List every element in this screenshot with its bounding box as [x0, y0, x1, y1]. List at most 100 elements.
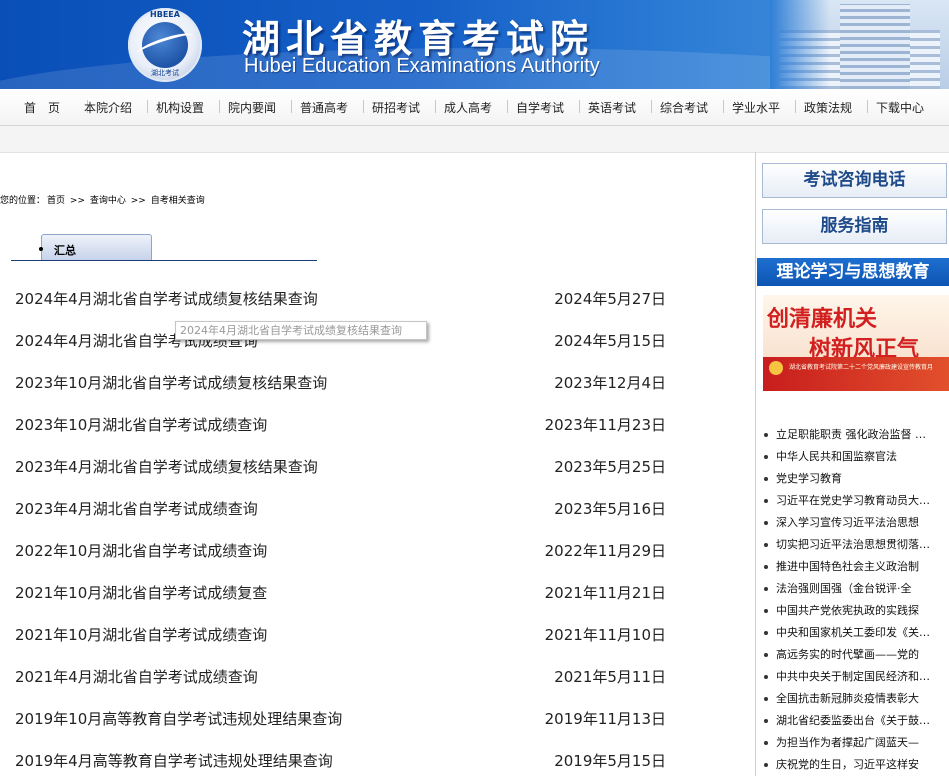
sidebar-news-label: 庆祝党的生日，习近平这样安	[776, 758, 919, 771]
bullet-icon	[764, 565, 768, 569]
nav-item[interactable]: 英语考试	[588, 99, 636, 116]
result-link[interactable]: 2023年4月湖北省自学考试成绩复核结果查询	[15, 456, 318, 477]
sidebar-news-item[interactable]: 中华人民共和国监察官法	[764, 448, 944, 464]
building-photo	[770, 0, 949, 89]
nav-separator	[651, 100, 652, 113]
list-item: 2021年10月湖北省自学考试成绩复查 2021年11月21日	[15, 582, 670, 602]
nav-item[interactable]: 本院介绍	[84, 99, 132, 116]
nav-separator	[147, 100, 148, 113]
nav-item[interactable]: 研招考试	[372, 99, 420, 116]
nav-separator	[579, 100, 580, 113]
nav-item[interactable]: 院内要闻	[228, 99, 276, 116]
result-link[interactable]: 2019年4月高等教育自学考试违规处理结果查询	[15, 750, 333, 771]
bullet-icon	[764, 631, 768, 635]
nav-separator	[507, 100, 508, 113]
result-date: 2019年5月15日	[554, 752, 666, 770]
result-date: 2021年11月10日	[544, 626, 666, 644]
sidebar-news-label: 全国抗击新冠肺炎疫情表彰大	[776, 692, 919, 705]
sidebar-news-label: 中央和国家机关工委印发《关…	[776, 626, 930, 639]
sidebar-news-item[interactable]: 中国共产党依宪执政的实践探	[764, 602, 944, 618]
sidebar-news-item[interactable]: 中央和国家机关工委印发《关…	[764, 624, 944, 640]
list-item: 2019年10月高等教育自学考试违规处理结果查询 2019年11月13日	[15, 708, 670, 728]
site-title-en: Hubei Education Examinations Authority	[244, 55, 600, 77]
header-banner: HBEEA 湖北考试 湖北省教育考试院 Hubei Education Exam…	[0, 0, 949, 89]
promo-line1: 创清廉机关	[767, 306, 878, 332]
promo-subtitle: 湖北省教育考试院第二十二个党风廉政建设宣传教育月	[789, 364, 934, 371]
breadcrumb-current[interactable]: 自考相关查询	[151, 196, 205, 206]
bullet-icon	[764, 543, 768, 547]
sidebar-news-item[interactable]: 立足职能职责 强化政治监督 …	[764, 426, 944, 442]
result-link[interactable]: 2021年4月湖北省自学考试成绩查询	[15, 666, 258, 687]
bullet-icon	[764, 521, 768, 525]
result-date: 2024年5月15日	[554, 332, 666, 350]
list-item: 2021年4月湖北省自学考试成绩查询 2021年5月11日	[15, 666, 670, 686]
nav-item[interactable]: 政策法规	[804, 99, 852, 116]
bullet-icon	[764, 609, 768, 613]
promo-footer: 湖北省教育考试院第二十二个党风廉政建设宣传教育月	[763, 357, 949, 391]
column-divider	[755, 152, 756, 776]
sidebar-news-item[interactable]: 中共中央关于制定国民经济和…	[764, 668, 944, 684]
sidebar-news-item[interactable]: 高远务实的时代擘画——党的	[764, 646, 944, 662]
result-link[interactable]: 2023年10月湖北省自学考试成绩复核结果查询	[15, 372, 327, 393]
bullet-icon	[764, 433, 768, 437]
sidebar-news-item[interactable]: 全国抗击新冠肺炎疫情表彰大	[764, 690, 944, 706]
nav-item[interactable]: 学业水平	[732, 99, 780, 116]
sidebar-news-item[interactable]: 法治强则国强（金台锐评·全	[764, 580, 944, 596]
list-item: 2023年4月湖北省自学考试成绩查询 2023年5月16日	[15, 498, 670, 518]
bullet-icon	[764, 587, 768, 591]
nav-item[interactable]: 自学考试	[516, 99, 564, 116]
tab-summary[interactable]: 汇总	[39, 234, 152, 261]
breadcrumb-home[interactable]: 首页	[47, 196, 65, 206]
result-date: 2023年5月16日	[554, 500, 666, 518]
nav-separator	[291, 100, 292, 113]
result-link[interactable]: 2021年10月湖北省自学考试成绩复查	[15, 582, 267, 603]
list-item: 2023年10月湖北省自学考试成绩查询 2023年11月23日	[15, 414, 670, 434]
tab-summary-label: 汇总	[54, 244, 76, 257]
result-link[interactable]: 2024年4月湖北省自学考试成绩复核结果查询	[15, 288, 318, 309]
result-date: 2024年5月27日	[554, 290, 666, 308]
sidebar-news-label: 立足职能职责 强化政治监督 …	[776, 428, 926, 441]
sidebar-news-label: 法治强则国强（金台锐评·全	[776, 582, 912, 595]
result-link[interactable]: 2023年4月湖北省自学考试成绩查询	[15, 498, 258, 519]
nav-item[interactable]: 机构设置	[156, 99, 204, 116]
sidebar-news-label: 湖北省纪委监委出台《关于鼓…	[776, 714, 930, 727]
logo-ring-text-bottom: 湖北考试	[151, 69, 179, 77]
nav-item[interactable]: 下载中心	[876, 99, 924, 116]
nav-item[interactable]: 普通高考	[300, 99, 348, 116]
nav-item[interactable]: 首 页	[24, 99, 60, 116]
result-link[interactable]: 2022年10月湖北省自学考试成绩查询	[15, 540, 267, 561]
nav-item[interactable]: 成人高考	[444, 99, 492, 116]
result-date: 2023年12月4日	[554, 374, 666, 392]
bullet-icon	[764, 675, 768, 679]
result-link[interactable]: 2019年10月高等教育自学考试违规处理结果查询	[15, 708, 342, 729]
sidebar-news-item[interactable]: 为担当作为者撑起广阔蓝天—	[764, 734, 944, 750]
sidebar-news-item[interactable]: 党史学习教育	[764, 470, 944, 486]
service-guide-button[interactable]: 服务指南	[762, 209, 947, 244]
nav-item[interactable]: 综合考试	[660, 99, 708, 116]
section-title-theory: 理论学习与思想教育	[757, 258, 949, 286]
sidebar-news-item[interactable]: 推进中国特色社会主义政治制	[764, 558, 944, 574]
result-link[interactable]: 2021年10月湖北省自学考试成绩查询	[15, 624, 267, 645]
sidebar-news-item[interactable]: 深入学习宣传习近平法治思想	[764, 514, 944, 530]
bullet-icon	[764, 499, 768, 503]
sidebar-news-item[interactable]: 切实把习近平法治思想贯彻落…	[764, 536, 944, 552]
sidebar-news-item[interactable]: 庆祝党的生日，习近平这样安	[764, 756, 944, 772]
breadcrumb-prefix: 您的位置：	[0, 196, 46, 206]
promo-banner[interactable]: 创清廉机关 树新风正气 湖北省教育考试院第二十二个党风廉政建设宣传教育月	[763, 295, 949, 391]
link-tooltip: 2024年4月湖北省自学考试成绩复核结果查询	[175, 321, 427, 340]
sidebar-news-label: 为担当作为者撑起广阔蓝天—	[776, 736, 919, 749]
breadcrumb: 您的位置： 首页 >> 查询中心 >> 自考相关查询	[0, 193, 207, 206]
sidebar-news-item[interactable]: 湖北省纪委监委出台《关于鼓…	[764, 712, 944, 728]
exam-hotline-button[interactable]: 考试咨询电话	[762, 163, 947, 198]
logo[interactable]: HBEEA 湖北考试	[128, 8, 202, 82]
sidebar-news-label: 切实把习近平法治思想贯彻落…	[776, 538, 930, 551]
nav-separator	[867, 100, 868, 113]
sidebar-news-label: 习近平在党史学习教育动员大…	[776, 494, 930, 507]
breadcrumb-query-center[interactable]: 查询中心	[90, 196, 126, 206]
list-item: 2023年4月湖北省自学考试成绩复核结果查询 2023年5月25日	[15, 456, 670, 476]
sidebar-news-item[interactable]: 习近平在党史学习教育动员大…	[764, 492, 944, 508]
nav-separator	[723, 100, 724, 113]
result-link[interactable]: 2023年10月湖北省自学考试成绩查询	[15, 414, 267, 435]
nav-subbar	[0, 126, 949, 153]
list-item: 2021年10月湖北省自学考试成绩查询 2021年11月10日	[15, 624, 670, 644]
